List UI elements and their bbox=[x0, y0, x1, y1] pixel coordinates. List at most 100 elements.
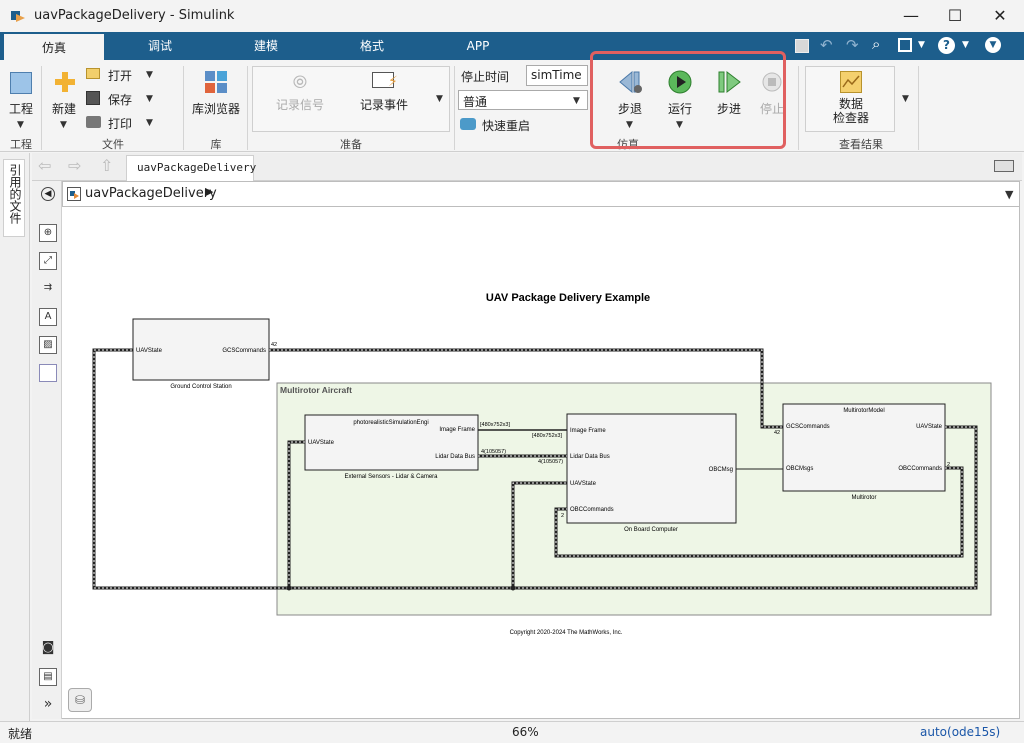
tab-simulation[interactable]: 仿真 bbox=[4, 32, 104, 60]
chevron-down-icon: ▼ bbox=[573, 96, 580, 106]
forward-arrow-icon[interactable]: ⇨ bbox=[68, 156, 81, 175]
multirotor-aircraft-label: Multirotor Aircraft bbox=[280, 385, 352, 395]
breadcrumb-dropdown-icon[interactable]: ▼ bbox=[1005, 188, 1013, 201]
camera-icon[interactable]: ◙ bbox=[39, 640, 57, 658]
group-simulate-label: 仿真 bbox=[617, 138, 639, 151]
breadcrumb-arrow-icon[interactable]: ▶ bbox=[205, 185, 213, 198]
group-library-label: 库 bbox=[210, 138, 222, 151]
editor-toolbar: ⇦ ⇨ ⇧ uavPackageDelivery bbox=[32, 153, 1022, 181]
area-icon[interactable] bbox=[39, 364, 57, 382]
ribbon-tabs: 仿真 调试 建模 格式 APP ↶ ↷ ⌕ ▼ ? ▼ ▼ bbox=[0, 32, 1024, 60]
redo-icon[interactable]: ↷ bbox=[846, 36, 859, 54]
obc-out-port: OBCMsg bbox=[709, 467, 733, 473]
data-inspector-label: 数据 检查器 bbox=[832, 97, 869, 125]
new-label: 新建 bbox=[51, 102, 76, 116]
run-label: 运行 bbox=[667, 102, 692, 116]
project-label: 工程 bbox=[8, 102, 33, 116]
sensors-out2-port: Lidar Data Bus bbox=[435, 454, 475, 460]
model-title: UAV Package Delivery Example bbox=[486, 292, 650, 304]
undo-icon[interactable]: ↶ bbox=[820, 36, 833, 54]
signal-label-img1: [480x752x3] bbox=[480, 422, 510, 428]
stop-button[interactable]: 停止 bbox=[756, 66, 788, 132]
step-back-button[interactable]: 步退 ▼ bbox=[610, 66, 650, 132]
breadcrumb: uavPackageDelivery ▶ ▼ bbox=[62, 181, 1020, 207]
up-arrow-icon[interactable]: ⇧ bbox=[100, 156, 113, 175]
close-button[interactable]: ✕ bbox=[985, 4, 1015, 28]
hide-browser-icon[interactable]: ◀ bbox=[41, 187, 55, 201]
run-button[interactable]: 运行 ▼ bbox=[660, 66, 700, 132]
tab-apps[interactable]: APP bbox=[438, 32, 518, 60]
fast-restart-toggle[interactable]: 快速重启 bbox=[460, 116, 560, 134]
library-browser-button[interactable]: 库浏览器 bbox=[188, 66, 244, 132]
new-dropdown-icon: ▼ bbox=[60, 120, 67, 130]
referenced-files-tab[interactable]: 引用的文件 bbox=[3, 159, 25, 237]
help-dropdown-icon[interactable]: ▼ bbox=[962, 40, 969, 50]
group-project-label: 工程 bbox=[10, 138, 32, 151]
print-label: 打印 bbox=[108, 117, 133, 131]
data-inspector-button[interactable]: 数据 检查器 bbox=[805, 66, 895, 132]
referenced-files-label: 引用的文件 bbox=[8, 164, 22, 224]
sensors-out1-port: Image Frame bbox=[439, 427, 475, 433]
divider bbox=[454, 66, 455, 150]
tab-modeling[interactable]: 建模 bbox=[226, 32, 306, 60]
run-dropdown-icon: ▼ bbox=[676, 120, 683, 130]
printer-icon bbox=[86, 116, 101, 128]
tab-format[interactable]: 格式 bbox=[332, 32, 412, 60]
collapse-ribbon-icon[interactable]: ▼ bbox=[985, 37, 1001, 53]
log-events-button[interactable]: ⚡ 记录事件 bbox=[348, 68, 420, 128]
help-icon[interactable]: ? bbox=[938, 37, 955, 54]
new-button[interactable]: 新建 ▼ bbox=[47, 66, 81, 132]
fit-to-view-icon[interactable]: ⤢ bbox=[39, 252, 57, 270]
open-button[interactable]: 打开 ▼ bbox=[86, 66, 158, 84]
tab-debug[interactable]: 调试 bbox=[120, 32, 200, 60]
stop-time-input[interactable]: simTime bbox=[526, 65, 588, 86]
obc-in1-port: Image Frame bbox=[570, 428, 606, 434]
branch-point bbox=[510, 585, 516, 591]
group-prepare-label: 准备 bbox=[340, 138, 362, 151]
image-icon[interactable]: ▨ bbox=[39, 336, 57, 354]
run-play-icon bbox=[668, 70, 692, 94]
minimize-button[interactable]: — bbox=[896, 4, 926, 28]
sensors-block-name: External Sensors - Lidar & Camera bbox=[344, 474, 438, 480]
back-arrow-icon[interactable]: ⇦ bbox=[38, 156, 51, 175]
save-button[interactable]: 保存 ▼ bbox=[86, 90, 158, 108]
model-canvas[interactable]: UAV Package Delivery Example Multirotor … bbox=[62, 207, 1020, 719]
simulation-mode-select[interactable]: 普通 ▼ bbox=[458, 90, 588, 110]
annotation-icon[interactable]: A bbox=[39, 308, 57, 326]
search-icon[interactable]: ⌕ bbox=[872, 35, 880, 53]
sensors-in-port: UAVState bbox=[308, 440, 335, 446]
layout-icon[interactable] bbox=[898, 38, 912, 52]
open-label: 打开 bbox=[108, 69, 133, 83]
review-expand-icon[interactable]: ▼ bbox=[902, 94, 909, 104]
zoom-in-icon[interactable]: ⊕ bbox=[39, 224, 57, 242]
group-review-label: 查看结果 bbox=[839, 138, 883, 151]
project-button[interactable]: 工程 ▼ bbox=[4, 66, 38, 132]
step-forward-label: 步进 bbox=[716, 102, 741, 116]
library-grid-icon bbox=[204, 70, 228, 94]
print-button[interactable]: 打印 ▼ bbox=[86, 114, 158, 132]
step-forward-button[interactable]: 步进 bbox=[708, 66, 750, 132]
gcs-out-port: GCSCommands bbox=[222, 348, 266, 354]
keyboard-icon[interactable] bbox=[994, 160, 1014, 172]
project-dropdown-icon: ▼ bbox=[17, 120, 24, 130]
more-tools-icon[interactable]: » bbox=[39, 696, 57, 714]
breadcrumb-model[interactable]: uavPackageDelivery bbox=[85, 186, 217, 201]
maximize-button[interactable]: ☐ bbox=[940, 4, 970, 28]
layout-dropdown-icon[interactable]: ▼ bbox=[918, 40, 925, 50]
database-icon[interactable]: ⛁ bbox=[68, 688, 92, 712]
save-quick-icon[interactable] bbox=[795, 39, 809, 53]
copyright-note: Copyright 2020-2024 The MathWorks, Inc. bbox=[510, 630, 623, 636]
status-solver[interactable]: auto(ode15s) bbox=[920, 725, 1000, 739]
step-forward-icon bbox=[716, 70, 742, 94]
multirotor-block-name: Multirotor bbox=[851, 495, 876, 501]
model-browser-icon[interactable]: ▤ bbox=[39, 668, 57, 686]
prepare-expand-icon[interactable]: ▼ bbox=[436, 94, 443, 104]
divider bbox=[41, 66, 42, 150]
multirotor-block[interactable] bbox=[782, 403, 946, 492]
folder-icon bbox=[86, 68, 100, 79]
log-signals-label: 记录信号 bbox=[275, 98, 324, 112]
editor-tab-label: uavPackageDelivery bbox=[137, 161, 257, 174]
log-signals-button[interactable]: ⦾ 记录信号 bbox=[262, 68, 338, 128]
signal-line-icon[interactable]: ⇉ bbox=[39, 280, 57, 298]
editor-tab[interactable]: uavPackageDelivery bbox=[126, 155, 257, 181]
